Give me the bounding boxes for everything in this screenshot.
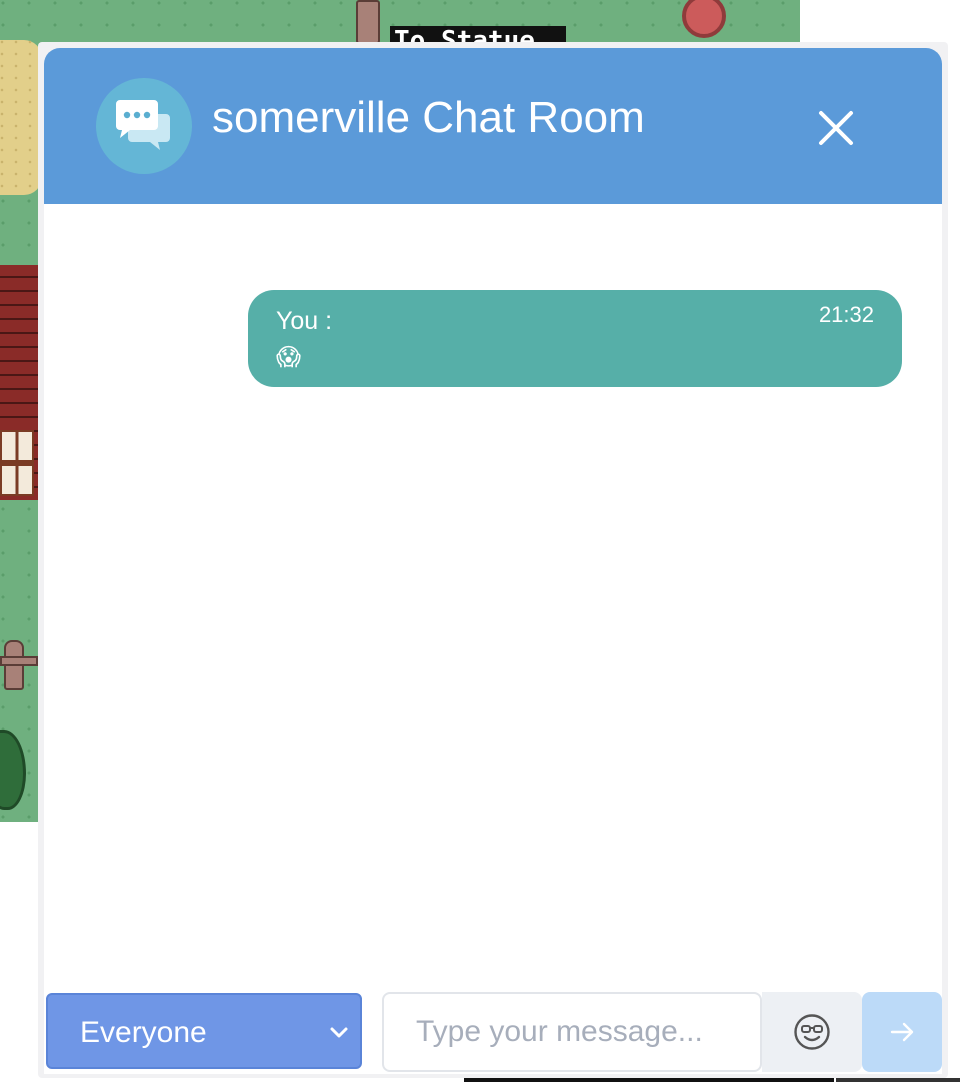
recipient-value: Everyone (80, 1016, 207, 1049)
arrow-right-icon (890, 1022, 914, 1042)
background-strip (464, 1078, 834, 1082)
emoji-button[interactable] (762, 992, 862, 1072)
room-title: somerville Chat Room (212, 93, 645, 142)
close-button[interactable] (812, 104, 860, 152)
message-time: 21:32 (818, 302, 874, 327)
message-sender: You : (276, 307, 333, 335)
sign-post (356, 0, 380, 44)
fence-post (0, 640, 38, 690)
message-input[interactable] (382, 992, 762, 1072)
message-text: 😱 (276, 344, 302, 371)
chat-header: somerville Chat Room (44, 48, 942, 204)
screen: To Statue somerville Chat Room You: 21:… (0, 0, 960, 1082)
message-bubble: You : 21:32 😱 (248, 290, 902, 387)
building-window (0, 430, 34, 496)
sand-path (0, 40, 42, 195)
close-icon (819, 111, 853, 145)
chat-panel: somerville Chat Room You : 21:32 😱 Every… (44, 48, 942, 1074)
message-list: You : 21:32 😱 (44, 204, 942, 992)
send-button[interactable] (862, 992, 942, 1072)
input-row: Everyone (44, 992, 942, 1074)
recipient-select[interactable]: Everyone (46, 993, 362, 1069)
chat-bubbles-icon (116, 100, 170, 150)
emoji-smile-icon (794, 1014, 830, 1050)
background-strip (836, 1078, 960, 1082)
room-avatar (96, 78, 192, 174)
chevron-down-icon (330, 1027, 348, 1038)
